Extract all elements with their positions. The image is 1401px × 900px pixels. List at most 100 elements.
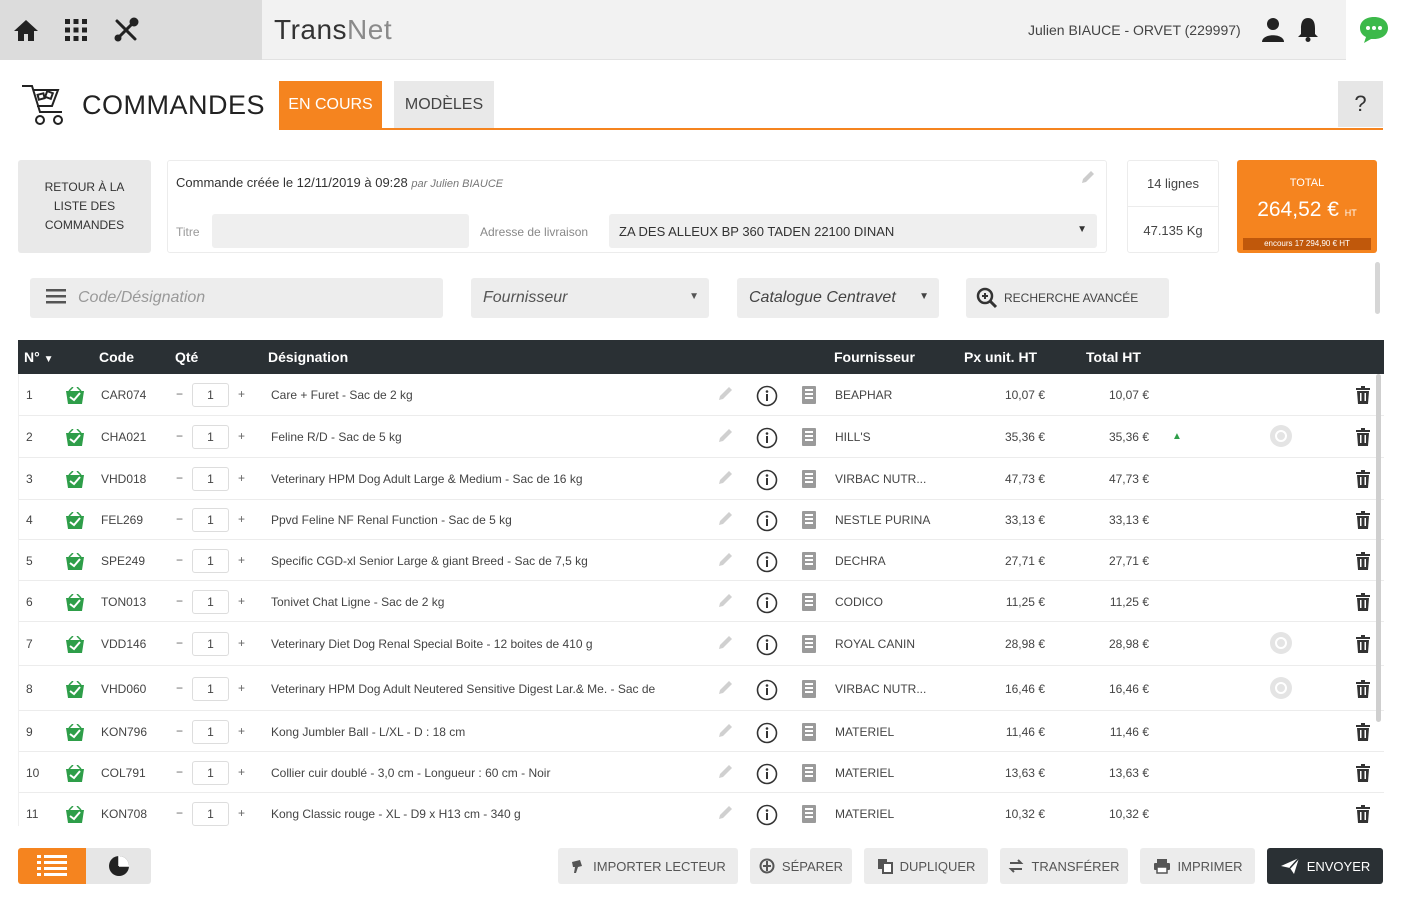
trash-icon[interactable] [1355,511,1371,532]
trash-icon[interactable] [1355,551,1371,573]
qty-input[interactable]: 1 [192,508,229,532]
col-num[interactable]: N° ▼ [24,349,54,365]
home-icon[interactable] [12,16,40,44]
trash-icon[interactable] [1355,635,1371,656]
title-input[interactable] [212,214,469,248]
chart-view-button[interactable] [86,848,151,884]
catalogue-icon[interactable] [801,551,817,574]
menu-icon[interactable] [46,288,66,309]
qty-input[interactable]: 1 [192,632,229,656]
tab-modeles[interactable]: MODÈLES [394,81,494,129]
qty-increment-button[interactable]: + [238,471,245,485]
duplicate-button[interactable]: DUPLIQUER [864,848,988,884]
qty-input[interactable]: 1 [192,425,229,449]
qty-decrement-button[interactable]: − [176,471,183,485]
promo-circle-icon[interactable] [1269,676,1293,703]
back-to-list-button[interactable]: RETOUR À LA LISTE DES COMMANDES [18,160,151,253]
info-icon[interactable] [756,722,778,747]
qty-decrement-button[interactable]: − [176,806,183,820]
trash-icon[interactable] [1355,763,1371,785]
import-reader-button[interactable]: IMPORTER LECTEUR [558,848,738,884]
info-icon[interactable] [756,634,778,659]
send-button[interactable]: ENVOYER [1267,848,1383,884]
address-select[interactable]: ZA DES ALLEUX BP 360 TADEN 22100 DINAN ▼ [609,214,1097,248]
table-row[interactable]: 11 KON708 −1 + Kong Classic rouge - XL - D9 … [19,793,1384,826]
tools-icon[interactable] [112,16,140,44]
help-button[interactable]: ? [1338,81,1383,127]
qty-increment-button[interactable]: + [238,765,245,779]
scrollbar[interactable] [1375,262,1380,314]
catalogue-icon[interactable] [801,592,817,615]
info-icon[interactable] [756,763,778,788]
qty-input[interactable]: 1 [192,467,229,491]
transfer-button[interactable]: TRANSFÉRER [1000,848,1128,884]
pencil-icon[interactable] [717,678,735,699]
table-row[interactable]: 7 VDD146 −1 + Veterinary Diet Dog Renal Spec… [19,622,1384,666]
qty-decrement-button[interactable]: − [176,429,183,443]
pencil-icon[interactable] [717,762,735,783]
catalogue-icon[interactable] [801,427,817,450]
pencil-icon[interactable] [717,721,735,742]
qty-increment-button[interactable]: + [238,806,245,820]
split-button[interactable]: SÉPARER [750,848,852,884]
table-row[interactable]: 3 VHD018 −1 + Veterinary HPM Dog Adult Large… [19,458,1384,500]
table-row[interactable]: 9 KON796 −1 + Kong Jumbler Ball - L/XL - D :… [19,711,1384,752]
col-qty[interactable]: Qté [175,349,198,365]
col-designation[interactable]: Désignation [268,349,348,365]
info-icon[interactable] [756,592,778,617]
qty-input[interactable]: 1 [192,589,229,614]
catalogue-icon[interactable] [801,804,817,827]
catalogue-icon[interactable] [801,763,817,786]
qty-increment-button[interactable]: + [238,594,245,608]
qty-input[interactable]: 1 [192,719,229,744]
qty-increment-button[interactable]: + [238,636,245,650]
table-row[interactable]: 6 TON013 −1 + Tonivet Chat Ligne - Sac de 2 … [19,581,1384,622]
chat-button[interactable] [1346,0,1401,60]
trash-icon[interactable] [1355,804,1371,826]
qty-decrement-button[interactable]: − [176,681,183,695]
table-row[interactable]: 5 SPE249 −1 + Specific CGD-xl Senior Large &… [19,540,1384,581]
qty-input[interactable]: 1 [192,801,229,826]
qty-decrement-button[interactable]: − [176,553,183,567]
info-icon[interactable] [756,551,778,576]
qty-decrement-button[interactable]: − [176,387,183,401]
table-row[interactable]: 2 CHA021 −1 + Feline R/D - Sac de 5 kg HILL'S… [19,416,1384,458]
pencil-icon[interactable] [1080,169,1096,190]
catalogue-icon[interactable] [801,679,817,702]
table-row[interactable]: 4 FEL269 −1 + Ppvd Feline NF Renal Function … [19,500,1384,540]
advanced-search-button[interactable]: RECHERCHE AVANCÉE [966,278,1169,318]
qty-decrement-button[interactable]: − [176,594,183,608]
info-icon[interactable] [756,804,778,827]
info-icon[interactable] [756,679,778,704]
user-icon[interactable] [1260,16,1286,47]
catalogue-icon[interactable] [801,634,817,657]
catalogue-icon[interactable] [801,469,817,492]
info-icon[interactable] [756,385,778,410]
code-search-field[interactable]: Code/Désignation [30,278,443,318]
table-row[interactable]: 1 CAR074−1 + Care + Furet - Sac de 2 kg BEAP… [19,374,1384,416]
supplier-select[interactable]: Fournisseur ▼ [471,278,709,318]
trash-icon[interactable] [1355,592,1371,614]
catalogue-select[interactable]: Catalogue Centravet ▼ [737,278,939,318]
trash-icon[interactable] [1355,722,1371,744]
pencil-icon[interactable] [717,550,735,571]
pencil-icon[interactable] [717,633,735,654]
qty-input[interactable]: 1 [192,760,229,785]
print-button[interactable]: IMPRIMER [1140,848,1255,884]
info-icon[interactable] [756,469,778,494]
catalogue-icon[interactable] [801,722,817,745]
promo-circle-icon[interactable] [1269,631,1293,658]
qty-increment-button[interactable]: + [238,553,245,567]
tab-en-cours[interactable]: EN COURS [279,81,382,129]
qty-input[interactable]: 1 [192,548,229,573]
qty-increment-button[interactable]: + [238,387,245,401]
col-code[interactable]: Code [99,349,134,365]
qty-increment-button[interactable]: + [238,429,245,443]
col-supplier[interactable]: Fournisseur [834,349,915,365]
table-row[interactable]: 10 COL791 −1 + Collier cuir doublé - 3,0 cm … [19,752,1384,793]
col-unit-price[interactable]: Px unit. HT [964,349,1037,365]
pencil-icon[interactable] [717,426,735,447]
table-row[interactable]: 8 VHD060 −1 + Veterinary HPM Dog Adult Neute… [19,666,1384,711]
qty-input[interactable]: 1 [192,676,229,701]
catalogue-icon[interactable] [801,510,817,533]
